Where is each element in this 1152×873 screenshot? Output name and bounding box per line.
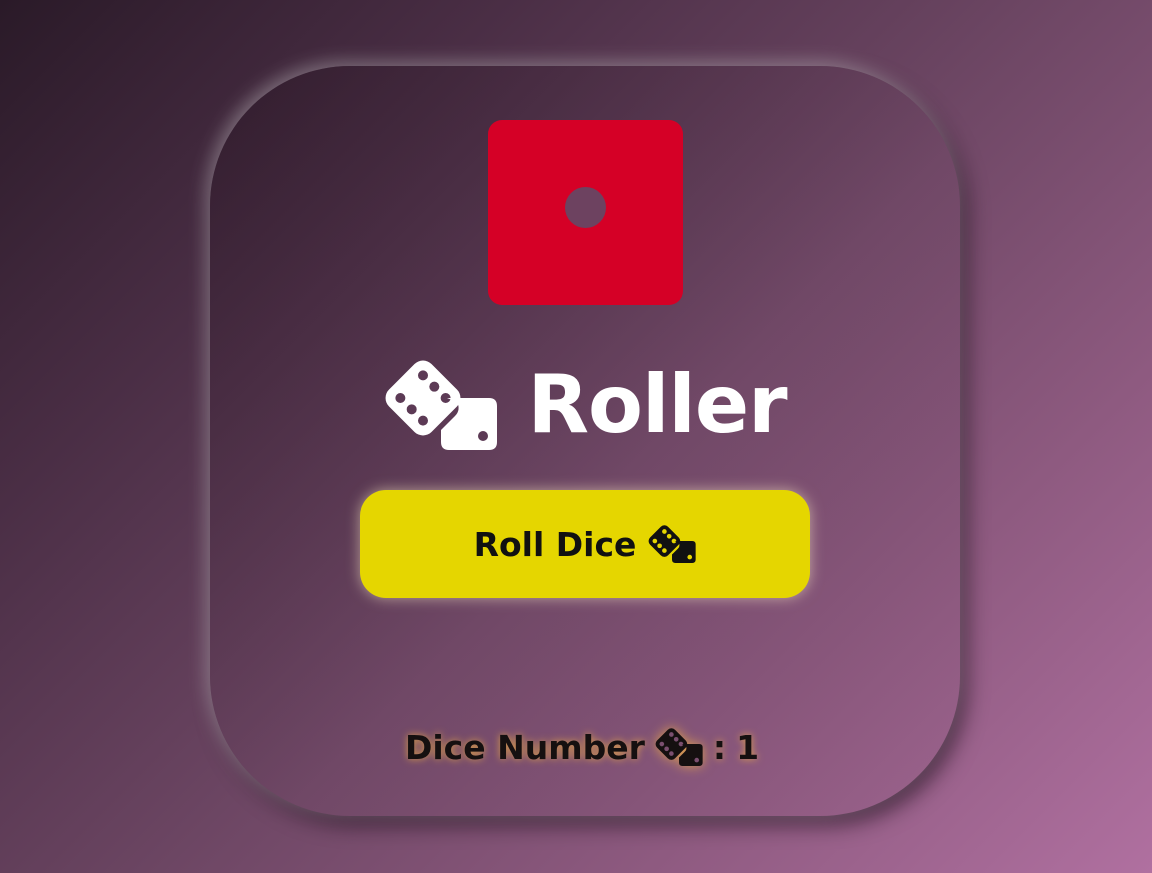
dice-result: Dice Number : 1 <box>6 722 1152 772</box>
dice-icon <box>655 728 703 766</box>
dice-number-separator: : <box>712 727 727 767</box>
dice-icon <box>648 525 697 563</box>
app-title: Roller <box>10 355 1152 455</box>
roll-dice-button[interactable]: Roll Dice <box>360 490 810 598</box>
dice-icon <box>385 360 498 450</box>
roll-dice-label: Roll Dice <box>473 524 637 564</box>
dice-number-label: Dice Number <box>404 727 645 767</box>
dice-number-value: 1 <box>736 727 760 767</box>
page-title: Roller <box>527 358 787 451</box>
die-pip <box>565 187 606 228</box>
die-face <box>488 120 683 305</box>
